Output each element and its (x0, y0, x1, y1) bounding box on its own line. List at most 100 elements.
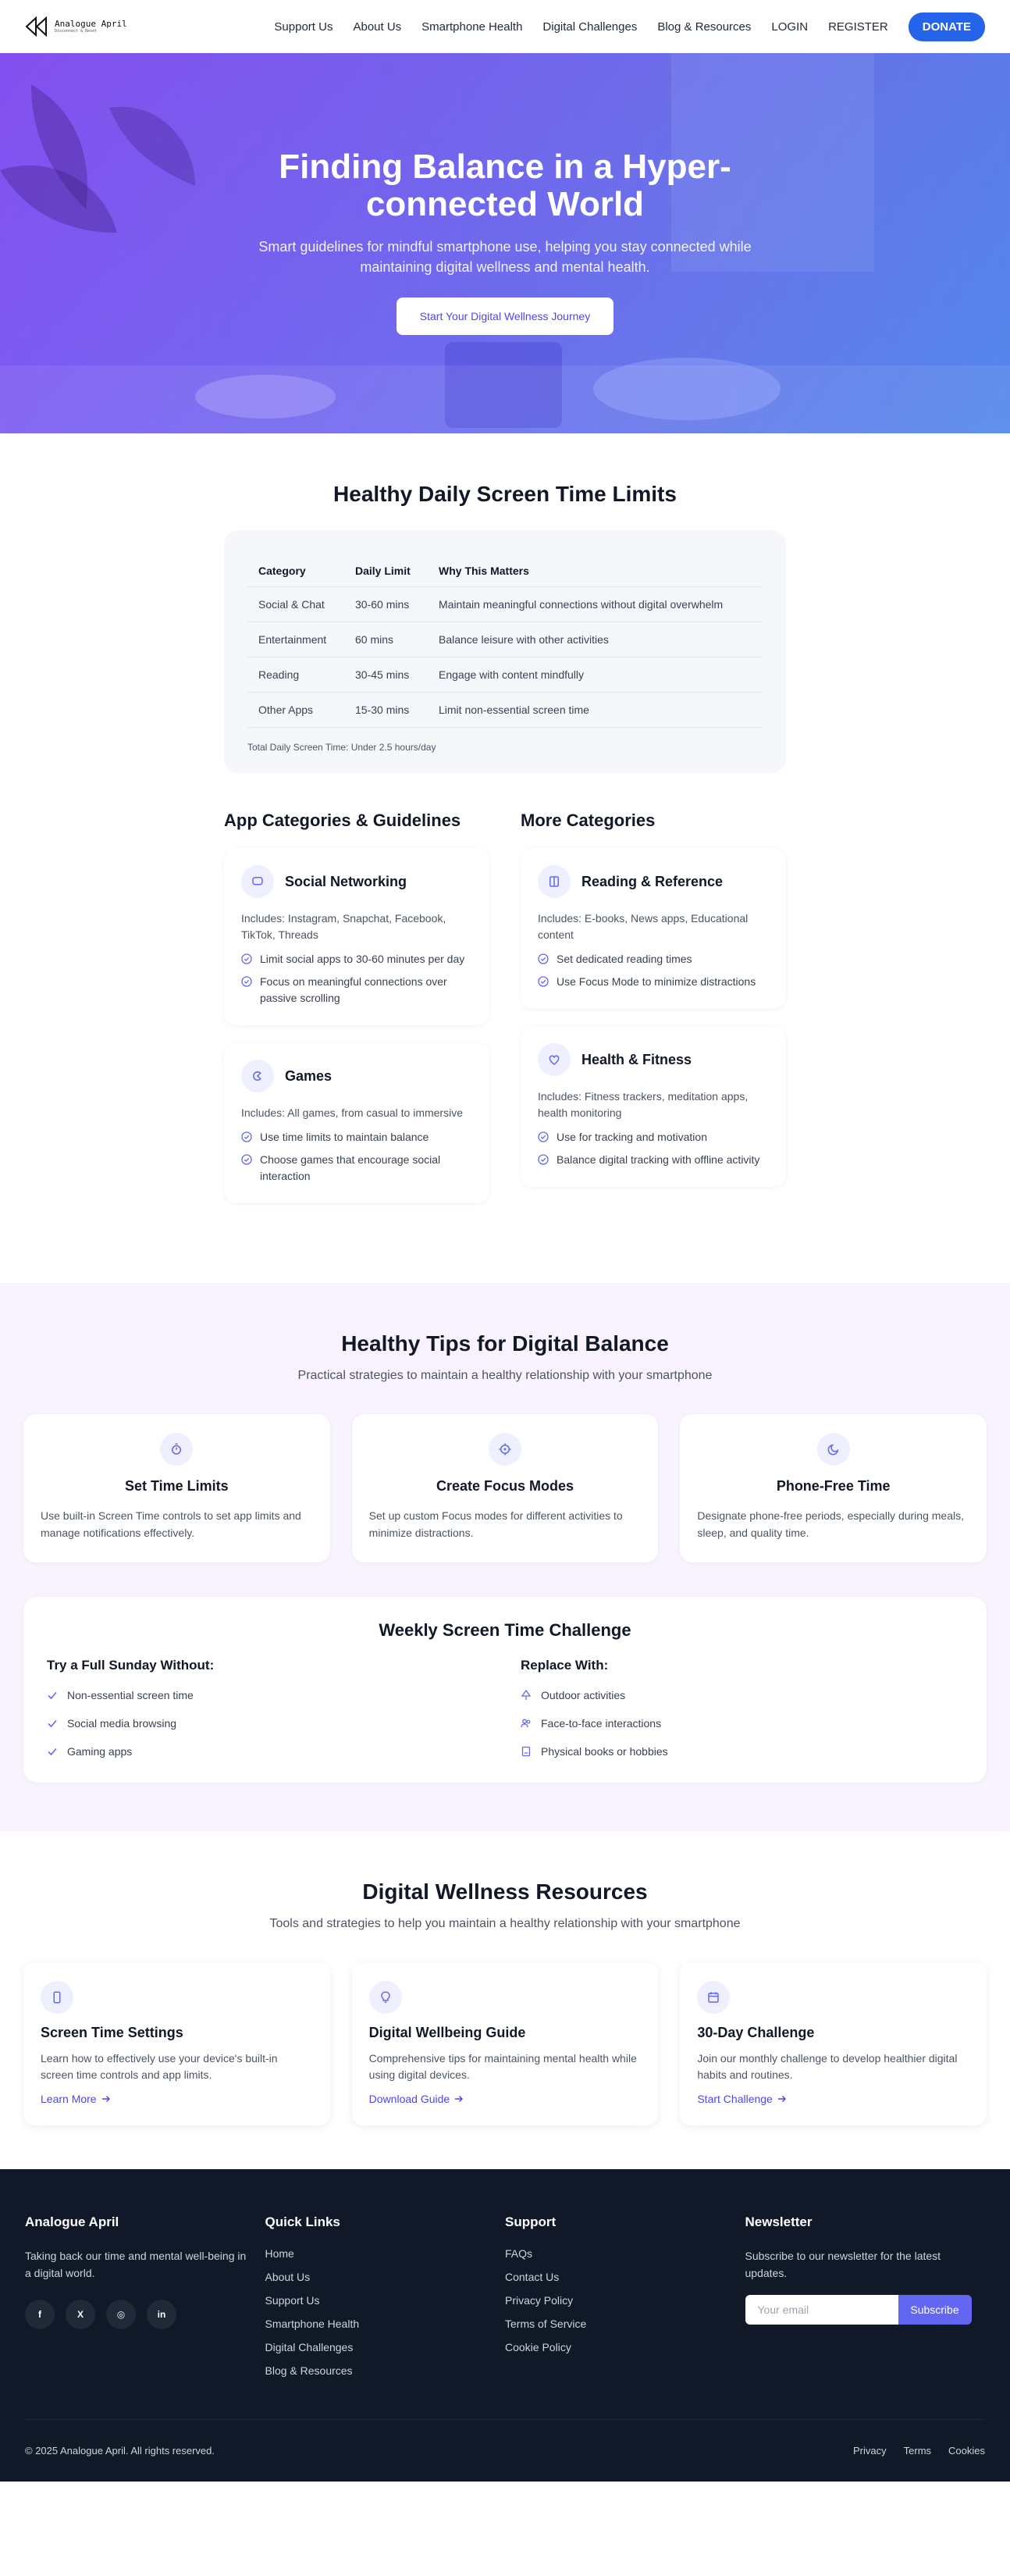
category-name: Social Networking (285, 873, 407, 889)
resources-title: Digital Wellness Resources (362, 1879, 648, 1904)
target-icon (489, 1433, 521, 1466)
legal-link-privacy[interactable]: Privacy (853, 2445, 887, 2457)
resources-subtitle: Tools and strategies to help you maintai… (269, 1916, 741, 1930)
logo[interactable]: Analogue April Disconnect & Reset (25, 16, 127, 37)
check-icon (48, 1691, 57, 1699)
check-circle-icon (538, 1154, 549, 1165)
donate-button[interactable]: DONATE (908, 12, 985, 41)
book-icon (521, 1746, 531, 1756)
download-guide-link[interactable]: Download Guide (369, 2093, 464, 2105)
footer-link-support-us[interactable]: Support Us (265, 2294, 506, 2307)
nav-support-us[interactable]: Support Us (274, 20, 333, 34)
list-item: Use Focus Mode to minimize distractions (538, 974, 769, 990)
legal-link-terms[interactable]: Terms (904, 2445, 931, 2457)
list-item: Physical books or hobbies (521, 1745, 963, 1758)
table-row: Reading 30-45 mins Engage with content m… (247, 657, 763, 693)
nav-about-us[interactable]: About Us (353, 20, 401, 34)
category-includes: Includes: E-books, News apps, Educationa… (538, 912, 749, 941)
category-card: Social Networking Includes: Instagram, S… (224, 848, 489, 1025)
legal-link-cookies[interactable]: Cookies (948, 2445, 985, 2457)
footer-link-about-us[interactable]: About Us (265, 2271, 506, 2283)
check-circle-icon (538, 953, 549, 964)
email-input[interactable] (745, 2294, 898, 2325)
linkedin-icon[interactable]: in (147, 2299, 176, 2329)
nav-digital-challenges[interactable]: Digital Challenges (542, 20, 637, 34)
hero: Finding Balance in a Hyper-connected Wor… (0, 53, 1010, 433)
table-cell: 30-60 mins (344, 586, 428, 622)
hero-title: Finding Balance in a Hyper-connected Wor… (279, 148, 731, 223)
check-circle-icon (538, 1131, 549, 1142)
list-item: Gaming apps (47, 1745, 489, 1758)
footer-link-privacy-policy[interactable]: Privacy Policy (505, 2294, 745, 2307)
footer-about-text: Taking back our time and mental well-bei… (25, 2249, 247, 2280)
guideline-text: Balance digital tracking with offline ac… (557, 1153, 760, 1166)
start-journey-button[interactable]: Start Your Digital Wellness Journey (396, 298, 614, 336)
social-links: f X ◎ in (25, 2299, 265, 2329)
copyright: © 2025 Analogue April. All rights reserv… (25, 2444, 215, 2457)
learn-more-link[interactable]: Learn More (41, 2093, 111, 2105)
list-item: Face-to-face interactions (521, 1717, 963, 1730)
category-includes: Includes: Fitness trackers, meditation a… (538, 1090, 749, 1119)
guideline-text: Choose games that encourage social inter… (260, 1153, 441, 1182)
subscribe-button[interactable]: Subscribe (898, 2294, 972, 2325)
check-circle-icon (241, 1131, 252, 1142)
footer-about-column: Analogue April Taking back our time and … (25, 2214, 265, 2388)
category-guidelines: Set dedicated reading times Use Focus Mo… (538, 951, 769, 990)
nav-login[interactable]: LOGIN (771, 20, 808, 34)
challenge-item-text: Non-essential screen time (67, 1688, 194, 1701)
challenge-title: Weekly Screen Time Challenge (379, 1619, 631, 1640)
footer-link-cookie-policy[interactable]: Cookie Policy (505, 2341, 745, 2353)
footer-brand: Analogue April (25, 2214, 119, 2229)
check-circle-icon (241, 976, 252, 987)
instagram-icon[interactable]: ◎ (106, 2299, 136, 2329)
timer-icon (160, 1433, 194, 1466)
logo-tagline: Disconnect & Reset (55, 29, 98, 34)
challenge-item-text: Face-to-face interactions (541, 1716, 662, 1730)
check-circle-icon (538, 976, 549, 987)
resources-grid: Screen Time Settings Learn how to effect… (23, 1961, 987, 2125)
start-challenge-link[interactable]: Start Challenge (697, 2093, 787, 2105)
list-item: Non-essential screen time (47, 1689, 489, 1701)
table-cell: Balance leisure with other activities (428, 622, 763, 657)
footer-bottom-bar: © 2025 Analogue April. All rights reserv… (25, 2418, 985, 2482)
check-icon (48, 1748, 57, 1755)
guideline-text: Set dedicated reading times (557, 953, 692, 965)
resources-section: Digital Wellness Resources Tools and str… (0, 1831, 1010, 2169)
facebook-icon[interactable]: f (25, 2299, 55, 2329)
check-icon (48, 1719, 57, 1727)
footer-link-faqs[interactable]: FAQs (505, 2247, 745, 2260)
challenge-replace-title: Replace With: (521, 1657, 609, 1673)
table-cell: Other Apps (247, 692, 344, 728)
categories-left-title: App Categories & Guidelines (224, 811, 461, 830)
nav-smartphone-health[interactable]: Smartphone Health (421, 20, 522, 34)
category-includes: Includes: Instagram, Snapchat, Facebook,… (241, 912, 446, 941)
resource-title: Digital Wellbeing Guide (368, 2024, 526, 2040)
footer-link-digital-challenges[interactable]: Digital Challenges (265, 2341, 506, 2353)
list-item: Use time limits to maintain balance (241, 1129, 472, 1145)
x-twitter-icon[interactable]: X (66, 2299, 95, 2329)
footer-link-home[interactable]: Home (265, 2247, 506, 2260)
categories-right-title: More Categories (521, 811, 656, 830)
resource-card: 30-Day Challenge Join our monthly challe… (680, 1961, 987, 2125)
hero-subtitle: Smart guidelines for mindful smartphone … (258, 239, 752, 276)
nav-blog-resources[interactable]: Blog & Resources (657, 20, 751, 34)
table-cell: Entertainment (247, 622, 344, 657)
category-card: Health & Fitness Includes: Fitness track… (521, 1026, 786, 1187)
footer-link-blog-resources[interactable]: Blog & Resources (265, 2364, 506, 2377)
column-header: Why This Matters (428, 550, 763, 587)
footer-link-terms-of-service[interactable]: Terms of Service (505, 2318, 745, 2330)
check-circle-icon (241, 953, 252, 964)
table-cell: 15-30 mins (344, 692, 428, 728)
tips-grid: Set Time Limits Use built-in Screen Time… (23, 1414, 987, 1562)
table-cell: Reading (247, 657, 344, 693)
top-nav: Analogue April Disconnect & Reset Suppor… (0, 0, 1010, 53)
category-guidelines: Limit social apps to 30-60 minutes per d… (241, 951, 472, 1007)
category-card: Reading & Reference Includes: E-books, N… (521, 848, 786, 1009)
footer-link-contact-us[interactable]: Contact Us (505, 2271, 745, 2283)
moon-icon (816, 1433, 850, 1466)
footer-quick-links-column: Quick Links Home About Us Support Us Sma… (265, 2214, 506, 2388)
footer-link-smartphone-health[interactable]: Smartphone Health (265, 2318, 506, 2330)
nav-register[interactable]: REGISTER (828, 20, 888, 34)
list-item: Balance digital tracking with offline ac… (538, 1152, 769, 1168)
categories-left-column: App Categories & Guidelines Social Netwo… (224, 811, 489, 1220)
